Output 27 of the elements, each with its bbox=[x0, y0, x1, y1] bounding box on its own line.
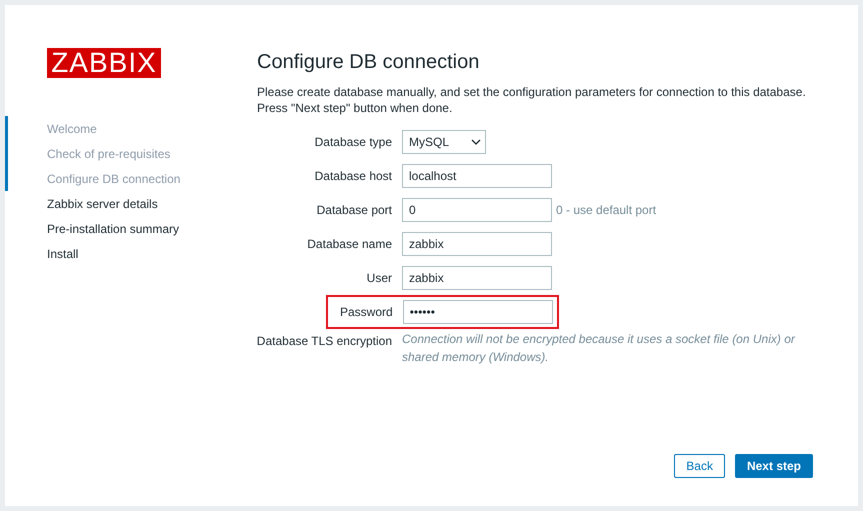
field-label: User bbox=[366, 271, 392, 285]
wizard-step: Zabbix server details bbox=[5, 191, 257, 216]
logo: ZABBIX bbox=[47, 48, 161, 78]
next-step-button[interactable]: Next step bbox=[734, 454, 813, 478]
field-label: Database type bbox=[314, 135, 392, 149]
chevron-down-icon bbox=[471, 139, 481, 145]
wizard-step: Check of pre-requisites bbox=[5, 141, 257, 166]
wizard-step: Install bbox=[5, 241, 257, 266]
field-hint: 0 - use default port bbox=[556, 203, 656, 217]
page-title: Configure DB connection bbox=[257, 51, 480, 74]
field-label: Database host bbox=[314, 169, 392, 183]
wizard-step: Welcome bbox=[5, 116, 257, 141]
input-field[interactable]: •••••• bbox=[402, 300, 553, 324]
field-label: Database name bbox=[307, 237, 392, 251]
wizard-step: Pre-installation summary bbox=[5, 216, 257, 241]
field-label: Database port bbox=[316, 203, 392, 217]
input-field[interactable]: localhost bbox=[402, 164, 552, 188]
input-field[interactable]: 0 bbox=[402, 198, 552, 222]
intro-text: Please create database manually, and set the configuration parameters for connection to this database. Press "Next step" button when done. bbox=[257, 84, 807, 116]
field-label: Password bbox=[340, 305, 393, 319]
database-type-select[interactable]: MySQL bbox=[402, 130, 486, 154]
back-button[interactable]: Back bbox=[674, 454, 725, 478]
field-label: Database TLS encryption bbox=[256, 334, 392, 348]
input-field[interactable]: zabbix bbox=[402, 266, 552, 290]
wizard-step: Configure DB connection bbox=[5, 166, 257, 191]
input-field[interactable]: zabbix bbox=[402, 232, 552, 256]
encryption-note: Connection will not be encrypted because it uses a socket file (on Unix) or shared memory (Windows). bbox=[402, 331, 796, 366]
